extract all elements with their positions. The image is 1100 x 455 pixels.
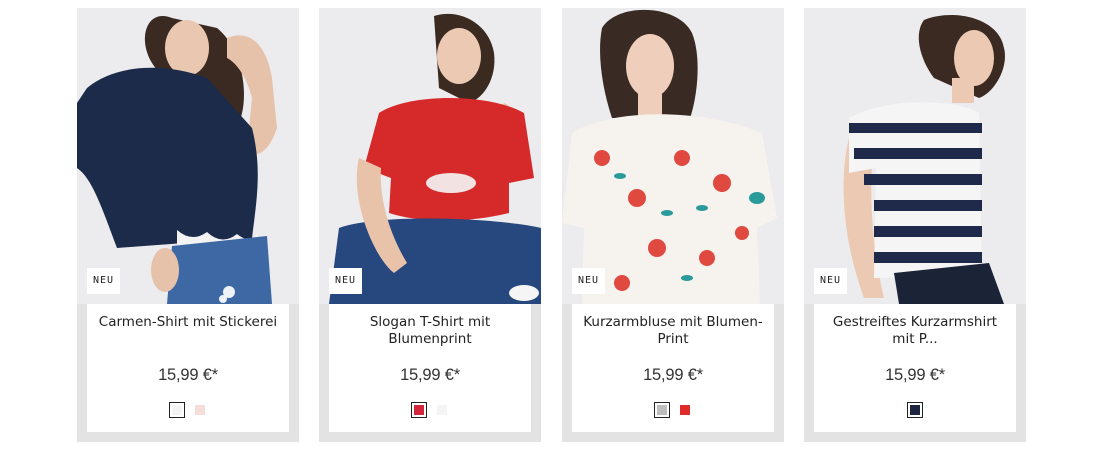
color-swatch[interactable] [168, 402, 185, 418]
color-swatches [87, 402, 289, 420]
product-image[interactable] [319, 8, 541, 304]
color-swatches [814, 402, 1016, 420]
product-price: 15,99 €* [158, 366, 218, 384]
product-title[interactable]: Gestreiftes Kurzarmshirt mit P... [822, 314, 1008, 348]
product-info: Slogan T-Shirt mit Blumenprint 15,99 €* [329, 304, 531, 432]
product-info: Kurzarmbluse mit Blumen-Print 15,99 €* [572, 304, 774, 432]
product-title[interactable]: Kurzarmbluse mit Blumen-Print [580, 314, 766, 348]
color-swatch[interactable] [434, 402, 450, 418]
product-title[interactable]: Carmen-Shirt mit Stickerei [95, 314, 281, 331]
product-price: 15,99 €* [400, 366, 460, 384]
product-card[interactable]: NEU Slogan T-Shirt mit Blumenprint 15,99… [319, 8, 541, 442]
product-card[interactable]: NEU Carmen-Shirt mit Stickerei 15,99 €* [77, 8, 299, 442]
product-info: Carmen-Shirt mit Stickerei 15,99 €* [87, 304, 289, 432]
color-swatch[interactable] [410, 402, 427, 418]
color-swatch[interactable] [907, 402, 923, 418]
color-swatch[interactable] [653, 402, 670, 418]
product-price: 15,99 €* [885, 366, 945, 384]
product-grid: NEU Carmen-Shirt mit Stickerei 15,99 €* [77, 8, 1027, 442]
product-card[interactable]: NEU Gestreiftes Kurzarmshirt mit P... 15… [804, 8, 1026, 442]
product-info: Gestreiftes Kurzarmshirt mit P... 15,99 … [814, 304, 1016, 432]
new-badge: NEU [572, 268, 606, 294]
new-badge: NEU [87, 268, 121, 294]
product-card[interactable]: NEU Kurzarmbluse mit Blumen-Print 15,99 … [562, 8, 784, 442]
product-image[interactable] [77, 8, 299, 304]
product-image[interactable] [562, 8, 784, 304]
new-badge: NEU [814, 268, 848, 294]
new-badge: NEU [329, 268, 363, 294]
product-image[interactable] [804, 8, 1026, 304]
color-swatch[interactable] [192, 402, 208, 418]
product-title[interactable]: Slogan T-Shirt mit Blumenprint [337, 314, 523, 348]
color-swatches [329, 402, 531, 420]
color-swatch[interactable] [677, 402, 693, 418]
product-price: 15,99 €* [643, 366, 703, 384]
color-swatches [572, 402, 774, 420]
